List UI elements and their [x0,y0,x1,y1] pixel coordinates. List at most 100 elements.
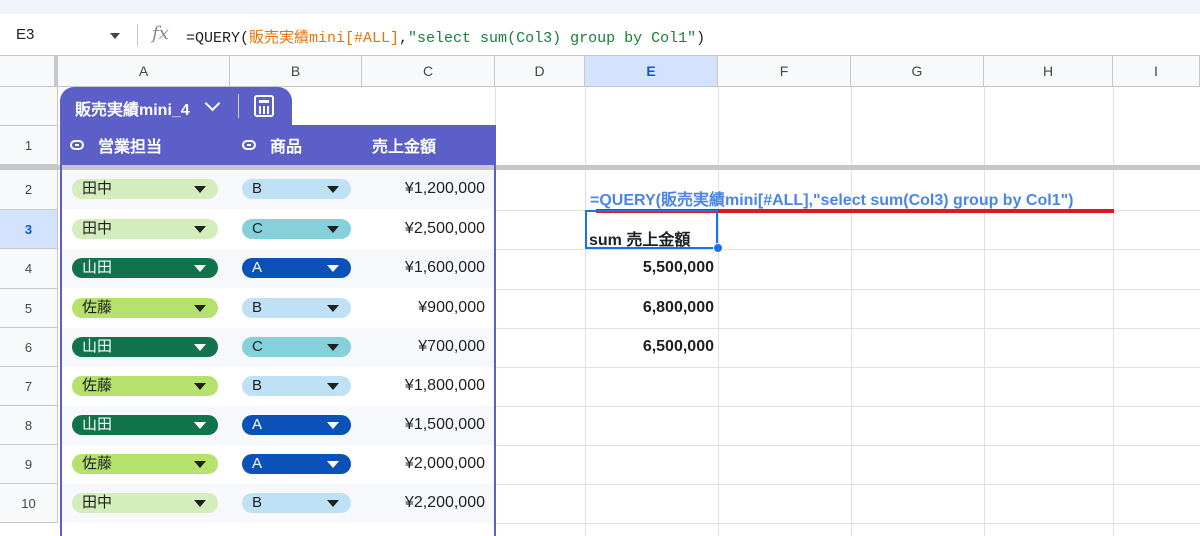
amount-cell[interactable]: ¥2,000,000 [362,455,485,473]
dropdown-arrow-icon[interactable] [194,500,206,507]
dropdown-arrow-icon[interactable] [194,422,206,429]
chevron-down-icon[interactable] [204,95,221,112]
column-header-amount[interactable]: 売上金額 [372,125,436,165]
amount-cell[interactable]: ¥2,200,000 [362,494,485,512]
amount-cell[interactable]: ¥1,500,000 [362,416,485,434]
column-header-a[interactable]: A [58,56,230,87]
row-header-2[interactable]: 2 [0,170,58,210]
chip-label: A [252,455,263,472]
column-header-c[interactable]: C [362,56,495,87]
row-header-6[interactable]: 6 [0,328,58,367]
grid-line [496,406,1200,407]
name-box[interactable]: E3 [16,26,34,43]
product-chip[interactable]: A [242,454,351,474]
grid-line [496,289,1200,290]
row-header-7[interactable]: 7 [0,367,58,406]
query-result-value[interactable]: 6,800,000 [586,299,714,317]
table-name: 販売実績mini_4 [75,102,190,119]
chip-label: C [252,338,263,355]
grid-line [984,87,985,536]
column-header-e[interactable]: E [585,56,718,87]
amount-cell[interactable]: ¥700,000 [362,338,485,356]
dropdown-arrow-icon[interactable] [194,383,206,390]
dropdown-arrow-icon[interactable] [194,226,206,233]
dropdown-arrow-icon[interactable] [327,186,339,193]
fill-handle[interactable] [713,243,723,253]
formula-string: "select sum(Col3) group by Col1" [408,30,697,47]
divider [137,24,138,46]
dropdown-arrow-icon[interactable] [327,422,339,429]
dropdown-arrow-icon[interactable] [194,265,206,272]
grid-line [718,87,719,536]
dropdown-arrow-icon[interactable] [327,226,339,233]
row-header-3[interactable]: 3 [0,210,58,249]
product-chip[interactable]: B [242,493,351,513]
formula-comma: , [399,30,409,47]
column-header-person[interactable]: 営業担当 [70,125,162,165]
row-header-4[interactable]: 4 [0,249,58,289]
product-chip[interactable]: A [242,415,351,435]
dropdown-arrow-icon[interactable] [327,500,339,507]
row-header-5[interactable]: 5 [0,289,58,328]
formula-input[interactable]: =QUERY(販売実績mini[#ALL],"select sum(Col3) … [186,26,705,47]
dropdown-arrow-icon[interactable] [327,383,339,390]
column-header-d[interactable]: D [495,56,585,87]
query-formula-annotation: =QUERY(販売実績mini[#ALL],"select sum(Col3) … [590,192,1074,209]
amount-cell[interactable]: ¥2,500,000 [362,220,485,238]
table-header-row: 営業担当 商品 売上金額 [60,125,496,165]
dropdown-arrow-icon[interactable] [327,344,339,351]
dropdown-arrow-icon[interactable] [194,344,206,351]
amount-cell[interactable]: ¥1,800,000 [362,377,485,395]
column-header-g[interactable]: G [851,56,984,87]
dropdown-type-icon [242,140,256,150]
product-chip[interactable]: C [242,219,351,239]
calculator-icon[interactable] [254,95,274,117]
salesperson-chip[interactable]: 山田 [72,415,218,435]
product-chip[interactable]: C [242,337,351,357]
chevron-down-icon[interactable] [110,33,120,39]
salesperson-chip[interactable]: 田中 [72,493,218,513]
dropdown-arrow-icon[interactable] [194,461,206,468]
row-header-9[interactable]: 9 [0,445,58,484]
salesperson-chip[interactable]: 田中 [72,179,218,199]
column-header-label: 商品 [270,139,303,156]
row-header-10[interactable]: 10 [0,484,58,523]
product-chip[interactable]: B [242,179,351,199]
dropdown-arrow-icon[interactable] [327,265,339,272]
product-chip[interactable]: B [242,376,351,396]
chip-label: B [252,494,263,511]
product-chip[interactable]: A [242,258,351,278]
amount-cell[interactable]: ¥900,000 [362,299,485,317]
salesperson-chip[interactable]: 佐藤 [72,454,218,474]
dropdown-arrow-icon[interactable] [194,305,206,312]
salesperson-chip[interactable]: 山田 [72,337,218,357]
column-header-i[interactable]: I [1113,56,1200,87]
dropdown-arrow-icon[interactable] [327,461,339,468]
function-icon: fx [152,23,169,44]
chip-label: B [252,180,263,197]
row-header-1[interactable]: 1 [0,126,58,165]
salesperson-chip[interactable]: 佐藤 [72,376,218,396]
column-header-f[interactable]: F [718,56,851,87]
row-header-8[interactable]: 8 [0,406,58,445]
column-header-h[interactable]: H [984,56,1113,87]
dropdown-arrow-icon[interactable] [194,186,206,193]
query-result-value[interactable]: 5,500,000 [586,259,714,277]
formula-prefix: =QUERY( [186,30,250,47]
product-chip[interactable]: B [242,298,351,318]
query-result-header[interactable]: sum 売上金額 [589,226,690,250]
grid-line [496,328,1200,329]
column-header-product[interactable]: 商品 [242,125,302,165]
select-all-corner[interactable] [0,56,58,87]
divider [238,94,239,118]
table-name-tab[interactable]: 販売実績mini_4 [60,87,292,125]
amount-cell[interactable]: ¥1,200,000 [362,180,485,198]
salesperson-chip[interactable]: 田中 [72,219,218,239]
column-header-b[interactable]: B [230,56,362,87]
query-result-value[interactable]: 6,500,000 [586,338,714,356]
salesperson-chip[interactable]: 佐藤 [72,298,218,318]
chip-label: 山田 [82,259,113,276]
dropdown-arrow-icon[interactable] [327,305,339,312]
amount-cell[interactable]: ¥1,600,000 [362,259,485,277]
salesperson-chip[interactable]: 山田 [72,258,218,278]
